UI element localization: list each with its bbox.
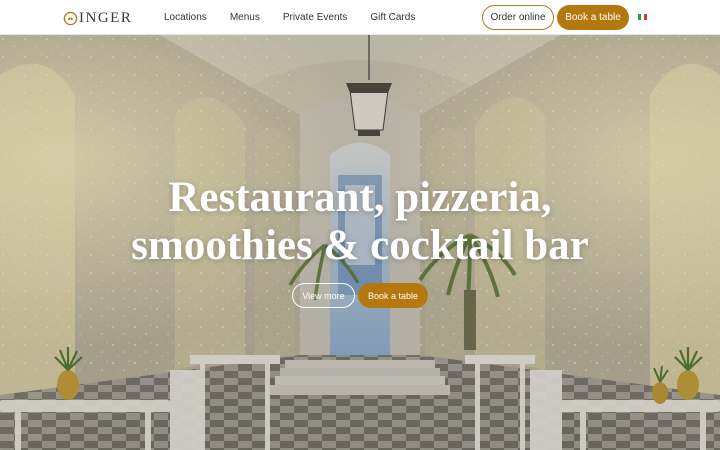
site-header: INGER Locations Menus Private Events Gif… <box>0 0 720 35</box>
logo-wordmark: INGER <box>79 10 133 26</box>
hero-title: Restaurant, pizzeria, smoothies & cockta… <box>0 174 720 270</box>
view-more-button[interactable]: View more <box>292 283 355 308</box>
nav-item-locations[interactable]: Locations <box>164 0 207 35</box>
italian-flag-icon[interactable] <box>638 14 647 20</box>
ginger-logo[interactable]: INGER <box>63 9 132 27</box>
nav-item-gift-cards[interactable]: Gift Cards <box>370 0 415 35</box>
hero-title-line-1: Restaurant, pizzeria, <box>168 174 552 221</box>
nav-item-private-events[interactable]: Private Events <box>283 0 347 35</box>
hero-title-line-2: smoothies & cocktail bar <box>131 222 589 269</box>
hero-book-table-button[interactable]: Book a table <box>358 283 428 308</box>
main-nav: Locations Menus Private Events Gift Card… <box>164 0 438 35</box>
hero-section: Restaurant, pizzeria, smoothies & cockta… <box>0 35 720 450</box>
order-online-button[interactable]: Order online <box>482 5 554 30</box>
logo-g-icon <box>63 11 78 25</box>
header-book-table-button[interactable]: Book a table <box>557 5 629 30</box>
nav-item-menus[interactable]: Menus <box>230 0 260 35</box>
